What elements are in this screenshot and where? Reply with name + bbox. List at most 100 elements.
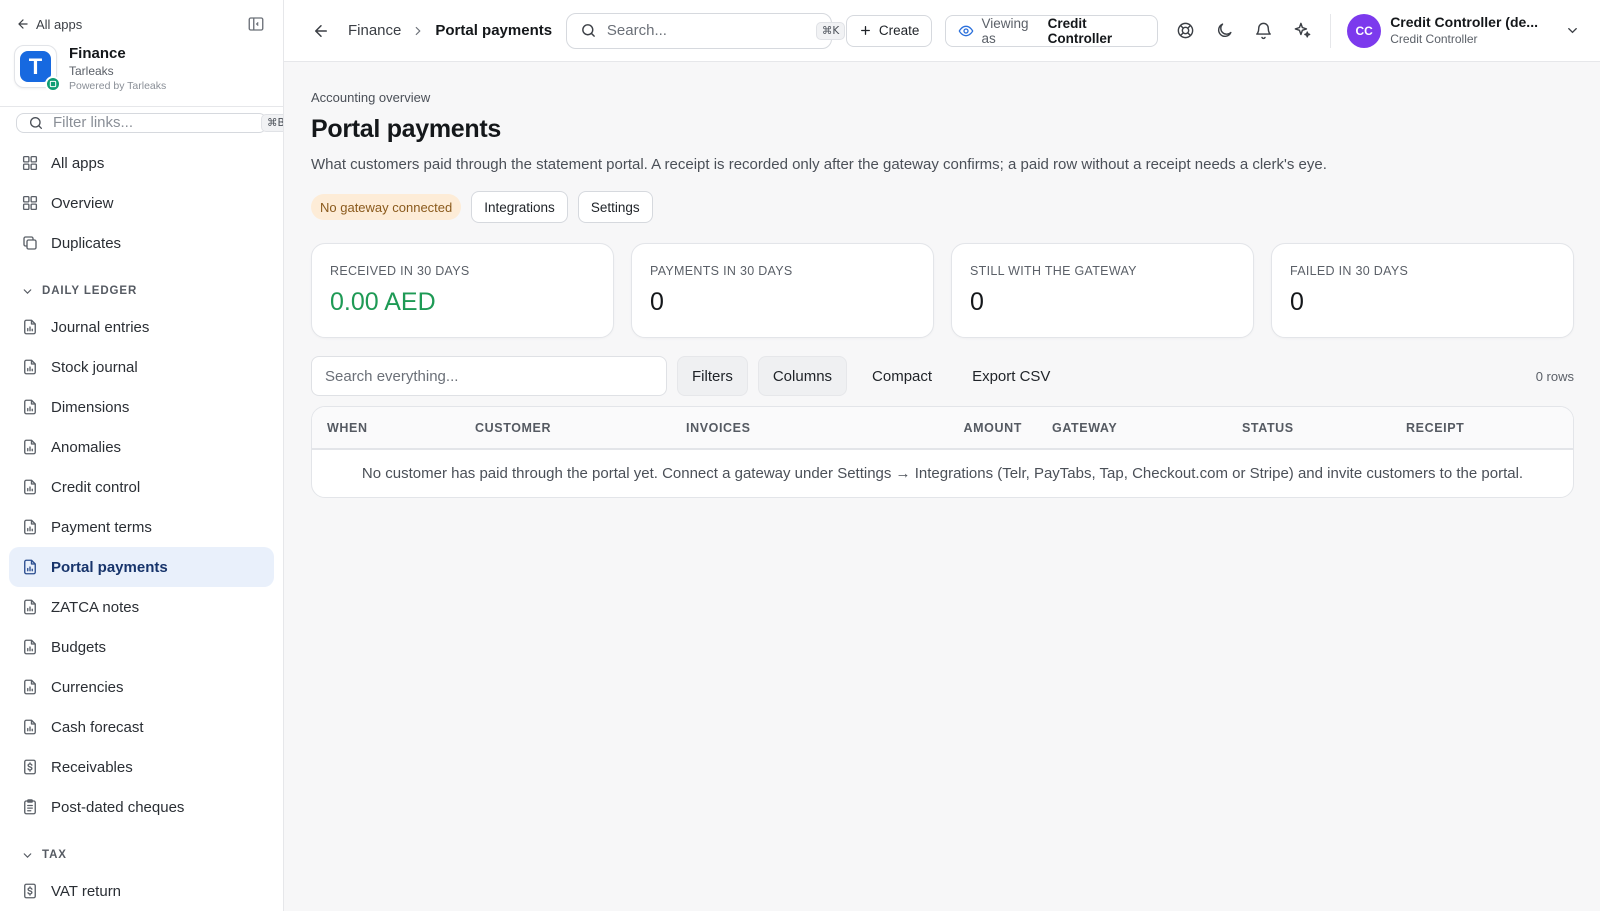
sidebar-item-vat-return[interactable]: VAT return xyxy=(9,871,274,911)
sidebar-item-post-dated-cheques[interactable]: Post-dated cheques xyxy=(9,787,274,827)
col-header-when[interactable]: WHEN xyxy=(312,407,460,450)
table-toolbar: Filters Columns Compact Export CSV 0 row… xyxy=(311,356,1574,396)
filter-links-input[interactable] xyxy=(53,114,252,132)
topbar: Finance Portal payments ⌘K Create Viewin… xyxy=(284,0,1600,62)
report-icon xyxy=(21,438,39,456)
all-apps-back-link[interactable]: All apps xyxy=(16,17,82,32)
kpi-value: 0 xyxy=(1290,288,1304,316)
sidebar-item-cash-forecast[interactable]: Cash forecast xyxy=(9,707,274,747)
dollar-doc-icon xyxy=(21,882,39,900)
sidebar-item-anomalies[interactable]: Anomalies xyxy=(9,427,274,467)
sidebar-item-label: All apps xyxy=(51,154,105,172)
section-title: DAILY LEDGER xyxy=(42,285,138,297)
col-header-receipt[interactable]: RECEIPT xyxy=(1391,407,1573,450)
table-search-box xyxy=(311,356,667,396)
sidebar-item-label: Portal payments xyxy=(51,558,168,576)
kpi-label: PAYMENTS IN 30 DAYS xyxy=(650,264,793,278)
dollar-doc-icon xyxy=(21,758,39,776)
report-icon xyxy=(21,518,39,536)
sidebar-item-all-apps[interactable]: All apps xyxy=(9,143,274,183)
page-description: What customers paid through the statemen… xyxy=(311,156,1327,173)
report-icon xyxy=(21,598,39,616)
viewing-as-prefix: Viewing as xyxy=(981,15,1029,46)
sidebar-item-overview[interactable]: Overview xyxy=(9,183,274,223)
sparkles-icon[interactable] xyxy=(1293,21,1312,40)
columns-button[interactable]: Columns xyxy=(757,356,848,396)
help-lifebuoy-icon[interactable] xyxy=(1176,21,1195,40)
sidebar-item-journal-entries[interactable]: Journal entries xyxy=(9,307,274,347)
sidebar-item-label: VAT return xyxy=(51,882,122,900)
clipboard-icon xyxy=(21,798,39,816)
moon-icon[interactable] xyxy=(1215,21,1234,40)
grid-icon xyxy=(21,154,39,172)
report-icon xyxy=(21,718,39,736)
kpi-value: 0 xyxy=(650,288,664,316)
sidebar-header: All apps xyxy=(0,0,283,32)
sidebar-divider xyxy=(0,106,283,107)
page-content: Accounting overview Portal payments What… xyxy=(284,62,1600,498)
export-csv-button[interactable]: Export CSV xyxy=(957,356,1065,396)
sidebar-item-label: Currencies xyxy=(51,678,124,696)
kpi-card-received: RECEIVED IN 30 DAYS 0.00 AED xyxy=(311,243,614,338)
sidebar-item-label: Stock journal xyxy=(51,358,138,376)
sidebar-item-credit-control[interactable]: Credit control xyxy=(9,467,274,507)
global-search-box: ⌘K xyxy=(565,12,846,49)
filter-shortcut-badge: ⌘B xyxy=(261,113,283,132)
org-name: Tarleaks xyxy=(69,64,114,78)
global-search-input[interactable] xyxy=(606,22,806,39)
page-eyebrow: Accounting overview xyxy=(311,90,431,105)
create-button[interactable]: Create xyxy=(845,14,933,47)
col-header-amount[interactable]: AMOUNT xyxy=(887,407,1037,450)
sidebar-item-dimensions[interactable]: Dimensions xyxy=(9,387,274,427)
integrations-button[interactable]: Integrations xyxy=(471,191,568,223)
back-arrow-icon[interactable] xyxy=(312,22,330,40)
sidebar-item-label: Dimensions xyxy=(51,398,130,416)
user-menu[interactable]: CC Credit Controller (de... Credit Contr… xyxy=(1347,13,1580,48)
col-header-gateway[interactable]: GATEWAY xyxy=(1037,407,1227,450)
filter-links-box: ⌘B xyxy=(16,112,283,133)
section-title: TAX xyxy=(42,849,67,861)
row-count: 0 rows xyxy=(1535,368,1574,384)
compact-button[interactable]: Compact xyxy=(857,356,947,396)
page-title: Portal payments xyxy=(311,115,502,143)
viewing-as-switcher[interactable]: Viewing as Credit Controller xyxy=(945,14,1159,47)
settings-button[interactable]: Settings xyxy=(577,191,653,223)
sidebar-collapse-icon[interactable] xyxy=(247,15,265,33)
report-icon xyxy=(21,478,39,496)
section-tax[interactable]: TAX xyxy=(9,827,274,871)
bell-icon[interactable] xyxy=(1254,21,1273,40)
powered-by: Powered by Tarleaks xyxy=(69,80,167,92)
sidebar-item-receivables[interactable]: Receivables xyxy=(9,747,274,787)
sidebar-item-duplicates[interactable]: Duplicates xyxy=(9,223,274,263)
section-daily-ledger[interactable]: DAILY LEDGER xyxy=(9,263,274,307)
report-icon xyxy=(21,318,39,336)
sidebar-item-label: Cash forecast xyxy=(51,718,144,736)
sidebar-item-portal-payments[interactable]: Portal payments xyxy=(9,547,274,587)
user-text: Credit Controller (de... Credit Controll… xyxy=(1390,14,1538,47)
sidebar-item-zatca-notes[interactable]: ZATCA notes xyxy=(9,587,274,627)
sidebar-item-stock-journal[interactable]: Stock journal xyxy=(9,347,274,387)
kpi-row: RECEIVED IN 30 DAYS 0.00 AED PAYMENTS IN… xyxy=(311,243,1574,338)
col-header-invoices[interactable]: INVOICES xyxy=(671,407,887,450)
report-icon xyxy=(21,638,39,656)
brand-logo: T xyxy=(14,45,61,92)
filters-button[interactable]: Filters xyxy=(677,356,748,396)
sidebar-item-currencies[interactable]: Currencies xyxy=(9,667,274,707)
copy-icon xyxy=(21,234,39,252)
empty-state-message: No customer has paid through the portal … xyxy=(361,465,1524,482)
table-search-input[interactable] xyxy=(325,367,653,385)
search-shortcut-badge: ⌘K xyxy=(815,21,846,40)
sidebar-item-payment-terms[interactable]: Payment terms xyxy=(9,507,274,547)
org-badge-icon xyxy=(45,76,61,92)
col-header-status[interactable]: STATUS xyxy=(1227,407,1391,450)
sidebar-item-label: Anomalies xyxy=(51,438,122,456)
kpi-value: 0.00 AED xyxy=(330,288,436,316)
app-name: Finance xyxy=(69,45,126,62)
sidebar-item-label: Credit control xyxy=(51,478,141,496)
col-header-customer[interactable]: CUSTOMER xyxy=(460,407,671,450)
sidebar-item-label: Journal entries xyxy=(51,318,150,336)
main-area: Finance Portal payments ⌘K Create Viewin… xyxy=(284,0,1600,911)
sidebar-item-budgets[interactable]: Budgets xyxy=(9,627,274,667)
breadcrumb-finance[interactable]: Finance xyxy=(348,22,401,39)
sidebar-item-label: Post-dated cheques xyxy=(51,798,185,816)
